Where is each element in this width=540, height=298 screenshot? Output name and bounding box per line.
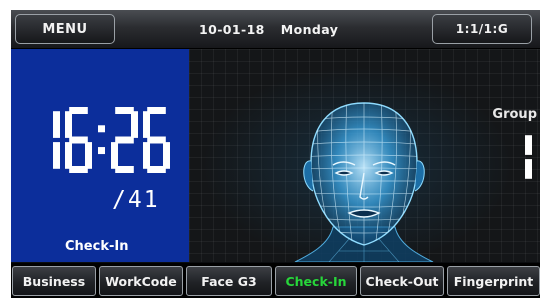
tab-check-out[interactable]: Check-Out — [360, 266, 444, 296]
clock-time — [53, 107, 170, 173]
function-key-bar: Business WorkCode Face G3 Check-In Check… — [11, 263, 540, 298]
verify-mode-button[interactable]: 1:1/1:G — [432, 14, 532, 44]
face-wireframe-icon — [294, 102, 434, 262]
date-display: 10-01-18 Monday — [199, 10, 379, 48]
digit-segment — [525, 159, 532, 179]
attendance-state-label: Check-In — [65, 239, 129, 254]
clock-digits — [53, 107, 170, 173]
digit-segment — [115, 136, 134, 144]
date-text: 10-01-18 — [199, 21, 265, 37]
digit-segment — [69, 136, 88, 144]
tab-check-in[interactable]: Check-In — [275, 266, 357, 296]
clock-colon — [98, 147, 105, 155]
digit-segment — [163, 142, 170, 169]
clock-seconds: /41 — [112, 187, 160, 213]
clock-colon — [98, 125, 105, 133]
tab-face-g3[interactable]: Face G3 — [186, 266, 272, 296]
digit-segment — [147, 136, 166, 144]
digit-segment — [143, 142, 150, 169]
digit-segment — [143, 111, 150, 138]
tab-fingerprint[interactable]: Fingerprint — [447, 266, 540, 296]
top-bar: MENU 10-01-18 Monday 1:1/1:G — [11, 10, 540, 49]
menu-button[interactable]: MENU — [15, 14, 115, 44]
digit-segment — [53, 142, 60, 169]
clock-panel: /41 Check-In — [11, 49, 189, 262]
camera-view: Group — [189, 49, 540, 262]
digit-segment — [65, 142, 72, 169]
digit-segment — [65, 111, 72, 138]
tab-business[interactable]: Business — [12, 266, 96, 296]
digit-segment — [53, 111, 60, 138]
group-value — [525, 135, 532, 179]
tab-workcode[interactable]: WorkCode — [99, 266, 183, 296]
digit-segment — [111, 142, 118, 169]
digit-segment — [85, 142, 92, 169]
group-digit — [525, 135, 532, 179]
device-screen: MENU 10-01-18 Monday 1:1/1:G /41 Check-I… — [11, 10, 540, 298]
digit-segment — [131, 111, 138, 138]
weekday-text: Monday — [280, 21, 339, 37]
group-label: Group — [492, 107, 537, 122]
digit-segment — [525, 135, 532, 155]
